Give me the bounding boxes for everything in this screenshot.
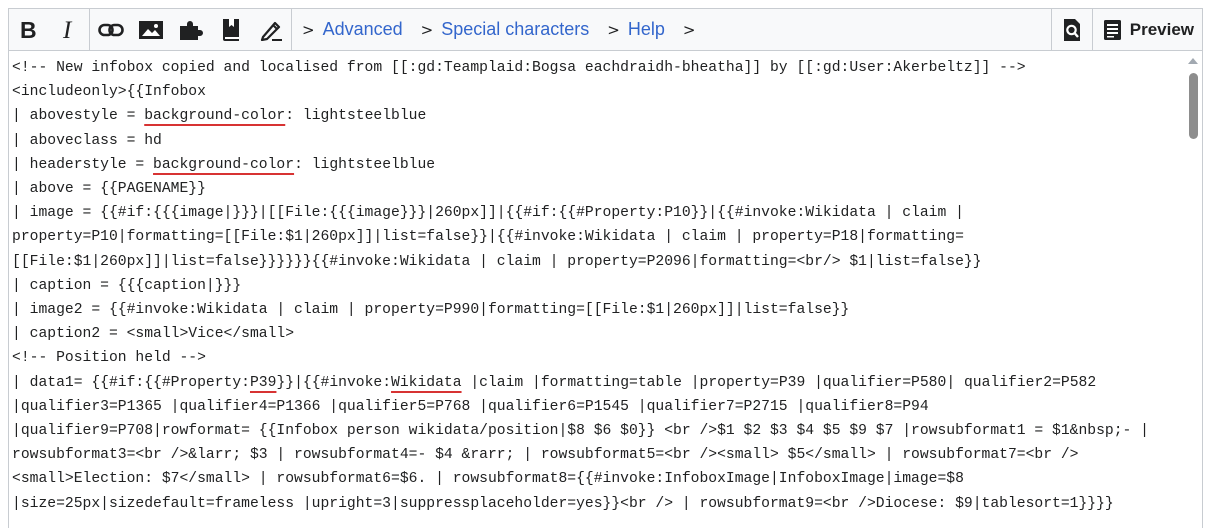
puzzle-icon (180, 20, 203, 40)
code-line: [[File:$1|260px]]|list=false}}}}}}{{#inv… (12, 253, 982, 270)
code-line: | data1= {{#if:{{#Property:P39}}|{{#invo… (12, 374, 1097, 391)
italic-button[interactable]: I (49, 9, 89, 50)
spellcheck-word: Wikidata (391, 374, 462, 391)
code-line: <!-- New infobox copied and localised fr… (12, 60, 1026, 76)
toolbar-left: B I > Advanced > Special characters > He… (9, 9, 713, 50)
search-replace-icon (1063, 18, 1080, 41)
preview-icon (1103, 19, 1121, 40)
format-group: B I (9, 9, 90, 50)
code-line: <!-- Position held --> (12, 350, 206, 367)
toolbar-right: Preview (1050, 9, 1202, 50)
code-line: | caption2 = <small>Vice</small> (12, 326, 295, 343)
code-line: | headerstyle = background-color: lights… (12, 156, 436, 173)
bold-icon: B (20, 19, 37, 41)
bold-button[interactable]: B (9, 9, 49, 50)
reference-button[interactable] (211, 9, 251, 50)
link-button[interactable] (91, 9, 131, 50)
wikitext-content[interactable]: <!-- New infobox copied and localised fr… (12, 56, 1149, 516)
tab-more[interactable]: > (673, 9, 714, 50)
svg-text:B: B (20, 19, 37, 41)
scrollbar-thumb[interactable] (1189, 73, 1198, 139)
chevron-right-icon: > (420, 20, 434, 39)
chevron-right-icon: > (607, 20, 620, 39)
spellcheck-word: background-color (144, 108, 286, 125)
editor-toolbar: B I > Advanced > Special characters > He… (9, 9, 1202, 51)
code-line: | caption = {{{caption|}}} (12, 277, 242, 294)
tab-help-label: Help (627, 19, 665, 39)
spellcheck-word: background-color (153, 156, 295, 173)
vertical-scrollbar[interactable] (1185, 51, 1202, 528)
signature-icon (260, 21, 282, 41)
chevron-right-icon: > (682, 20, 696, 39)
preview-label: Preview (1129, 19, 1194, 39)
preview-button[interactable]: Preview (1093, 9, 1202, 50)
tab-special-characters[interactable]: > Special characters (411, 9, 598, 50)
code-line: |size=25px|sizedefault=frameless |uprigh… (12, 495, 1114, 512)
preview-group: Preview (1091, 9, 1202, 50)
signature-button[interactable] (251, 9, 291, 50)
code-line: | aboveclass = hd (12, 132, 162, 149)
code-line: property=P10|formatting=[[File:$1|260px]… (12, 229, 964, 246)
search-replace-button[interactable] (1052, 9, 1092, 50)
code-line: | abovestyle = background-color: lightst… (12, 108, 427, 125)
tab-help[interactable]: > Help (597, 9, 673, 50)
wikitext-textarea[interactable]: <!-- New infobox copied and localised fr… (9, 51, 1185, 528)
italic-icon: I (62, 19, 73, 41)
svg-text:I: I (62, 19, 73, 41)
code-line: <small>Election: $7</small> | rowsubform… (12, 471, 964, 488)
tab-advanced[interactable]: > Advanced (292, 9, 411, 50)
code-line: rowsubformat3=<br />&larr; $3 | rowsubfo… (12, 447, 1079, 464)
search-group (1050, 9, 1092, 50)
book-icon (223, 18, 239, 41)
image-icon (139, 20, 163, 39)
code-line: | image2 = {{#invoke:Wikidata | claim | … (12, 302, 850, 319)
code-line: <includeonly>{{Infobox (12, 84, 206, 101)
image-button[interactable] (131, 9, 171, 50)
tab-advanced-label: Advanced (322, 19, 403, 39)
template-button[interactable] (171, 9, 211, 50)
scroll-up-arrow-icon[interactable] (1188, 58, 1198, 64)
spellcheck-word: P39 (249, 374, 277, 391)
code-line: |qualifier3=P1365 |qualifier4=P1366 |qua… (12, 398, 929, 415)
insert-group (90, 9, 292, 50)
tab-special-characters-label: Special characters (441, 19, 590, 39)
toolbar-sections: > Advanced > Special characters > Help > (292, 9, 713, 50)
code-line: | above = {{PAGENAME}} (12, 181, 206, 198)
code-line: | image = {{#if:{{{image|}}}|[[File:{{{i… (12, 205, 964, 222)
wikitext-editor: B I > Advanced > Special characters > He… (8, 8, 1203, 528)
code-line: |qualifier9=P708|rowformat= {{Infobox pe… (12, 423, 1149, 440)
link-icon (98, 23, 124, 36)
chevron-right-icon: > (302, 20, 315, 39)
